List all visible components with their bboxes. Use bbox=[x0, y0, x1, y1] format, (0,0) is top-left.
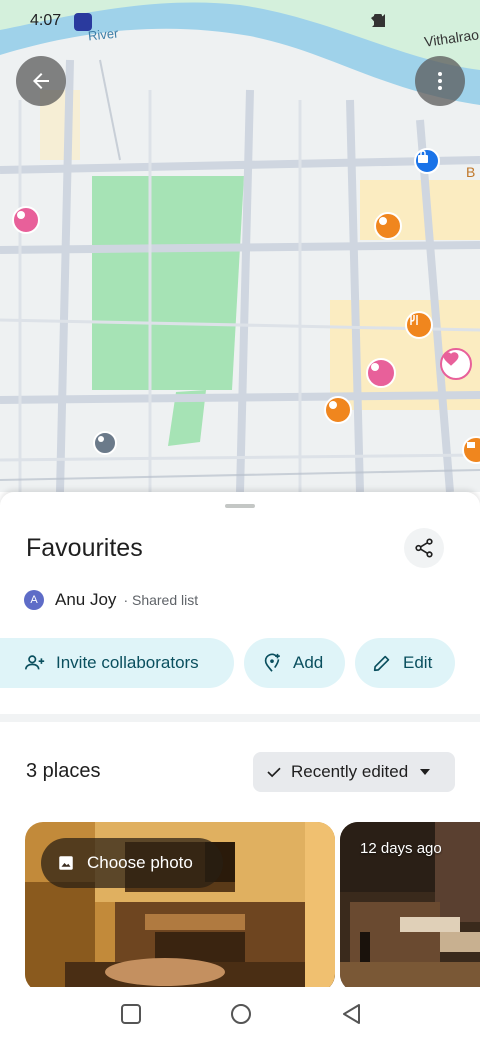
map-view[interactable]: 4:07 River Vithalrao B bbox=[0, 0, 480, 492]
map-pin-favourite-1[interactable] bbox=[12, 206, 40, 234]
owner-name: Anu Joy bbox=[55, 590, 117, 609]
owner-subtitle: · Shared list bbox=[123, 592, 199, 608]
map-pin-restaurant-1[interactable] bbox=[374, 212, 402, 240]
battery-icon bbox=[374, 12, 452, 28]
section-divider bbox=[0, 714, 480, 722]
choose-photo-button[interactable]: Choose photo bbox=[41, 838, 223, 888]
signal-icon bbox=[372, 12, 430, 28]
sort-dropdown[interactable]: Recently edited bbox=[253, 752, 455, 792]
drag-handle[interactable] bbox=[225, 504, 255, 508]
more-vert-icon bbox=[438, 72, 442, 90]
shopping-bag-icon bbox=[418, 150, 428, 163]
person-add-icon bbox=[25, 655, 45, 670]
place-icon bbox=[98, 436, 104, 442]
map-pin-shopping[interactable] bbox=[414, 148, 440, 174]
back-nav-icon[interactable] bbox=[343, 1004, 360, 1024]
edit-list-button[interactable]: Edit bbox=[355, 638, 455, 688]
river-label: River bbox=[87, 25, 120, 44]
heart-icon bbox=[443, 352, 459, 366]
status-time: 4:07 bbox=[30, 12, 62, 29]
invite-label: Invite collaborators bbox=[56, 653, 199, 672]
list-owner: A Anu Joy · Shared list bbox=[24, 590, 198, 610]
add-location-icon bbox=[264, 653, 280, 672]
share-icon bbox=[415, 538, 433, 558]
avatar: A bbox=[24, 590, 44, 610]
map-pin-favourite-2[interactable] bbox=[366, 358, 396, 388]
image-icon bbox=[59, 856, 73, 870]
home-icon[interactable] bbox=[231, 1004, 251, 1024]
arrow-left-icon bbox=[33, 73, 49, 89]
time-ago-label: 12 days ago bbox=[360, 840, 442, 857]
map-pin-restaurant-3[interactable] bbox=[324, 396, 352, 424]
list-title: Favourites bbox=[26, 534, 143, 562]
map-canvas bbox=[0, 0, 480, 492]
place-card-1[interactable]: Choose photo bbox=[25, 822, 335, 987]
nav-buttons bbox=[121, 1004, 360, 1024]
add-label: Add bbox=[293, 653, 324, 672]
add-place-button[interactable]: Add bbox=[244, 638, 345, 688]
map-pin-heart[interactable] bbox=[440, 348, 472, 380]
edge-place-label: B bbox=[466, 164, 476, 180]
edit-label: Edit bbox=[403, 653, 433, 672]
list-bottom-sheet: Favourites A Anu Joy · Shared list Invit… bbox=[0, 492, 480, 987]
place-card-2[interactable]: 12 days ago bbox=[340, 822, 480, 987]
system-navigation-bar bbox=[0, 987, 480, 1041]
fork-knife-icon bbox=[410, 315, 418, 325]
pencil-icon bbox=[373, 655, 390, 672]
favourite-place-icon bbox=[371, 363, 379, 371]
more-options-button[interactable] bbox=[415, 56, 465, 106]
map-pin-restaurant-2[interactable] bbox=[405, 311, 433, 339]
choose-photo-label: Choose photo bbox=[87, 853, 193, 872]
restaurant-icon bbox=[329, 401, 337, 409]
recents-icon[interactable] bbox=[121, 1004, 141, 1024]
map-pin-place[interactable] bbox=[93, 431, 117, 455]
restaurant-icon bbox=[379, 217, 387, 225]
wifi-icon bbox=[371, 12, 408, 28]
places-count: 3 places bbox=[26, 760, 101, 782]
status-bar: 4:07 bbox=[0, 0, 480, 44]
sort-label: Recently edited bbox=[291, 762, 409, 781]
invite-collaborators-button[interactable]: Invite collaborators bbox=[0, 638, 234, 688]
status-icons bbox=[370, 12, 452, 28]
cafe-icon bbox=[467, 442, 475, 448]
check-icon bbox=[267, 767, 281, 778]
share-button[interactable] bbox=[404, 528, 444, 568]
favourite-place-icon bbox=[17, 211, 25, 219]
caret-down-icon bbox=[420, 769, 431, 775]
back-button[interactable] bbox=[16, 56, 66, 106]
